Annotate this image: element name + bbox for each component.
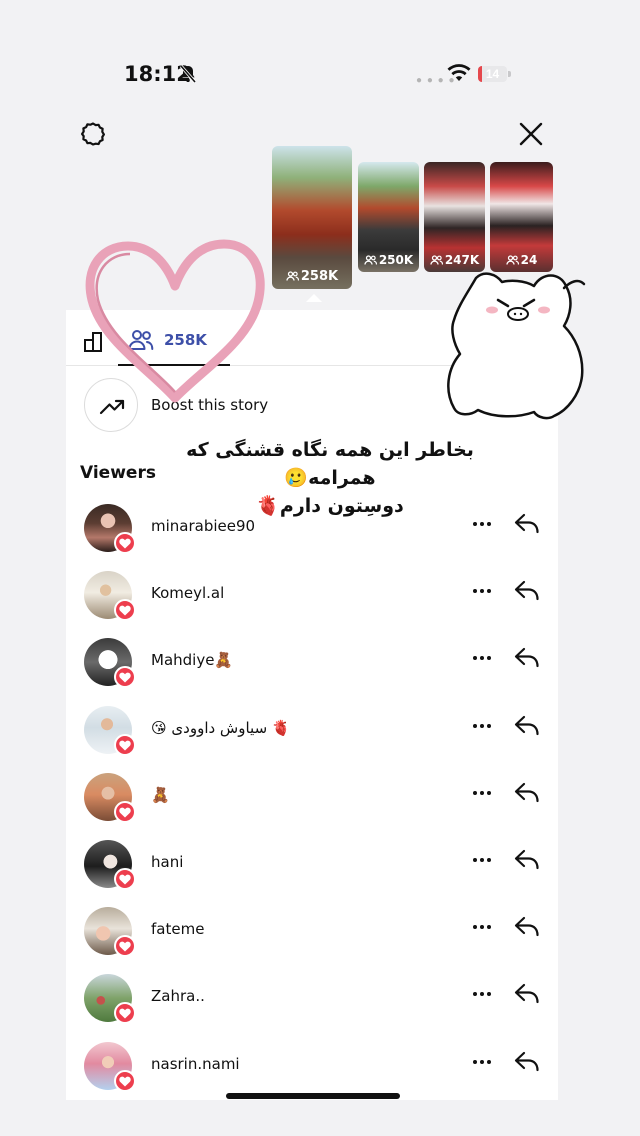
story-thumbnail[interactable]: 24 xyxy=(490,162,553,272)
reply-icon[interactable] xyxy=(512,575,542,605)
story-view-count: 247K xyxy=(424,253,485,267)
heart-icon xyxy=(114,1069,136,1092)
heart-icon xyxy=(114,868,136,890)
viewer-row[interactable]: Mahdiye🧸 xyxy=(66,636,558,703)
reply-icon[interactable] xyxy=(512,978,542,1008)
heart-icon xyxy=(114,599,136,622)
more-options-icon[interactable] xyxy=(470,714,494,738)
reply-icon[interactable] xyxy=(512,1046,542,1076)
viewer-username[interactable]: 😘 سیاوش داوودی 🫀 xyxy=(151,719,291,737)
more-options-icon[interactable] xyxy=(470,781,494,805)
overlay-line-2: دوسِتون دارم🫀 xyxy=(256,495,404,517)
heart-icon xyxy=(114,733,136,756)
selected-story-caret xyxy=(306,294,322,302)
viewer-row[interactable]: 😘 سیاوش داوودی 🫀 xyxy=(66,704,558,771)
reply-icon[interactable] xyxy=(512,911,542,941)
viewer-row[interactable]: Komeyl.al xyxy=(66,569,558,636)
reply-icon[interactable] xyxy=(512,508,542,538)
viewer-username[interactable]: hani xyxy=(151,853,183,871)
viewer-row[interactable]: 🧸 xyxy=(66,771,558,838)
story-thumbnail[interactable]: 258K xyxy=(272,146,352,289)
status-bar: 18:12 ● ● ● ● 14 xyxy=(0,0,640,100)
viewer-row[interactable]: Zahra.. xyxy=(66,972,558,1039)
story-text-overlay: بخاطر این همه نگاه قشنگی که همرامه🥲 دوسِ… xyxy=(150,436,510,520)
viewer-username[interactable]: 🧸 xyxy=(151,786,170,804)
gear-icon[interactable] xyxy=(80,121,106,147)
story-view-count: 24 xyxy=(490,253,553,267)
people-icon xyxy=(128,330,154,350)
viewer-username[interactable]: Mahdiye🧸 xyxy=(151,651,233,669)
more-options-icon[interactable] xyxy=(470,646,494,670)
home-indicator[interactable] xyxy=(226,1093,400,1099)
story-view-count: 258K xyxy=(272,269,352,284)
reply-icon[interactable] xyxy=(512,642,542,672)
trending-up-icon xyxy=(84,378,138,432)
more-options-icon[interactable] xyxy=(470,915,494,939)
viewer-username[interactable]: Komeyl.al xyxy=(151,584,224,602)
reply-icon[interactable] xyxy=(512,777,542,807)
reply-icon[interactable] xyxy=(512,844,542,874)
story-thumbnail[interactable]: 247K xyxy=(424,162,485,272)
heart-icon xyxy=(114,935,136,958)
reply-icon[interactable] xyxy=(512,710,542,740)
story-thumbnail[interactable]: 250K xyxy=(358,162,419,272)
viewer-username[interactable]: nasrin.nami xyxy=(151,1055,240,1073)
heart-icon xyxy=(114,800,136,823)
viewers-count: 258K xyxy=(164,331,207,349)
story-view-count: 250K xyxy=(358,253,419,267)
more-options-icon[interactable] xyxy=(470,579,494,603)
heart-icon xyxy=(114,1002,136,1025)
bell-off-icon xyxy=(179,64,197,84)
heart-icon xyxy=(114,532,136,554)
boost-label: Boost this story xyxy=(151,396,269,414)
more-options-icon[interactable] xyxy=(470,982,494,1006)
battery-level: 14 xyxy=(485,67,500,81)
close-icon[interactable] xyxy=(518,121,544,147)
viewer-row[interactable]: fateme xyxy=(66,905,558,972)
wifi-icon xyxy=(447,64,471,81)
overlay-line-1: بخاطر این همه نگاه قشنگی که همرامه🥲 xyxy=(186,439,474,489)
more-options-icon[interactable] xyxy=(470,848,494,872)
active-tab-indicator xyxy=(118,364,230,366)
heart-icon xyxy=(114,666,136,689)
story-thumbnails: 258K 250K 247K 24 xyxy=(272,146,562,291)
viewers-heading: Viewers xyxy=(80,463,156,483)
viewer-row[interactable]: hani xyxy=(66,838,558,905)
viewer-username[interactable]: Zahra.. xyxy=(151,987,205,1005)
battery-indicator: 14 xyxy=(478,66,511,82)
viewer-username[interactable]: fateme xyxy=(151,920,204,938)
insights-icon[interactable] xyxy=(84,330,102,352)
tab-viewers[interactable]: 258K xyxy=(128,326,207,354)
boost-story-button[interactable]: Boost this story xyxy=(84,378,544,432)
more-options-icon[interactable] xyxy=(470,1050,494,1074)
